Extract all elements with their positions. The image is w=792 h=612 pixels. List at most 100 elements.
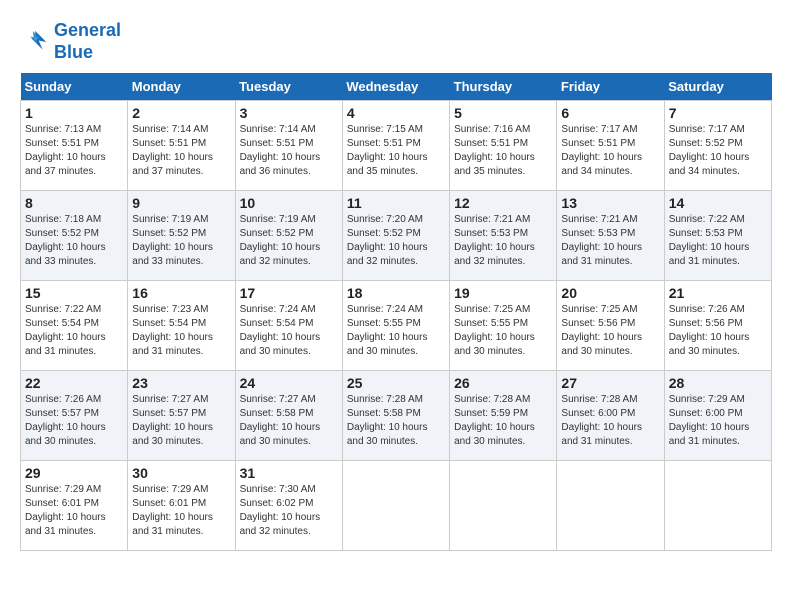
empty-cell-4-3 (342, 461, 449, 551)
day-cell-13: 13Sunrise: 7:21 AMSunset: 5:53 PMDayligh… (557, 191, 664, 281)
day-number-22: 22 (25, 375, 123, 391)
day-cell-5: 5 Sunrise: 7:16 AMSunset: 5:51 PMDaylight… (450, 101, 557, 191)
day-number-13: 13 (561, 195, 659, 211)
day-cell-8: 8 Sunrise: 7:18 AMSunset: 5:52 PMDaylight… (21, 191, 128, 281)
day-info-5: Sunrise: 7:16 AMSunset: 5:51 PMDaylight:… (454, 123, 552, 179)
week-row-5: 29Sunrise: 7:29 AMSunset: 6:01 PMDayligh… (21, 461, 772, 551)
day-number-10: 10 (240, 195, 338, 211)
day-cell-31: 31 Sunrise: 7:30 AMSunset: 6:02 PMDayligh… (235, 461, 342, 551)
empty-cell-4-5 (557, 461, 664, 551)
day-cell-29: 29Sunrise: 7:29 AMSunset: 6:01 PMDayligh… (21, 461, 128, 551)
day-number-11: 11 (347, 195, 445, 211)
day-cell-21: 21 Sunrise: 7:26 AMSunset: 5:56 PMDayligh… (664, 281, 771, 371)
day-info-2: Sunrise: 7:14 AMSunset: 5:51 PMDaylight:… (132, 123, 230, 179)
day-info-18: Sunrise: 7:24 AMSunset: 5:55 PMDaylight:… (347, 303, 445, 359)
day-number-12: 12 (454, 195, 552, 211)
day-number-8: 8 (25, 195, 123, 211)
header-monday: Monday (128, 73, 235, 101)
day-cell-19: 19 Sunrise: 7:25 AMSunset: 5:55 PMDayligh… (450, 281, 557, 371)
day-number-7: 7 (669, 105, 767, 121)
day-number-18: 18 (347, 285, 445, 301)
day-cell-17: 17 Sunrise: 7:24 AMSunset: 5:54 PMDayligh… (235, 281, 342, 371)
day-number-1: 1 (25, 105, 123, 121)
day-cell-14: 14Sunrise: 7:22 AMSunset: 5:53 PMDayligh… (664, 191, 771, 281)
day-number-16: 16 (132, 285, 230, 301)
day-number-6: 6 (561, 105, 659, 121)
day-info-16: Sunrise: 7:23 AMSunset: 5:54 PMDaylight:… (132, 303, 230, 359)
day-number-14: 14 (669, 195, 767, 211)
logo-text: General Blue (54, 20, 121, 63)
week-row-1: 1 Sunrise: 7:13 AMSunset: 5:51 PMDaylight… (21, 101, 772, 191)
day-info-8: Sunrise: 7:18 AMSunset: 5:52 PMDaylight:… (25, 213, 123, 269)
week-row-3: 15 Sunrise: 7:22 AMSunset: 5:54 PMDayligh… (21, 281, 772, 371)
day-cell-30: 30Sunrise: 7:29 AMSunset: 6:01 PMDayligh… (128, 461, 235, 551)
day-info-9: Sunrise: 7:19 AMSunset: 5:52 PMDaylight:… (132, 213, 230, 269)
day-number-19: 19 (454, 285, 552, 301)
header-friday: Friday (557, 73, 664, 101)
day-cell-10: 10Sunrise: 7:19 AMSunset: 5:52 PMDayligh… (235, 191, 342, 281)
day-number-5: 5 (454, 105, 552, 121)
day-cell-11: 11 Sunrise: 7:20 AMSunset: 5:52 PMDayligh… (342, 191, 449, 281)
day-cell-9: 9 Sunrise: 7:19 AMSunset: 5:52 PMDaylight… (128, 191, 235, 281)
day-cell-12: 12 Sunrise: 7:21 AMSunset: 5:53 PMDayligh… (450, 191, 557, 281)
day-number-24: 24 (240, 375, 338, 391)
day-number-3: 3 (240, 105, 338, 121)
day-cell-2: 2 Sunrise: 7:14 AMSunset: 5:51 PMDaylight… (128, 101, 235, 191)
day-info-7: Sunrise: 7:17 AMSunset: 5:52 PMDaylight:… (669, 123, 767, 179)
day-cell-3: 3 Sunrise: 7:14 AMSunset: 5:51 PMDaylight… (235, 101, 342, 191)
day-number-17: 17 (240, 285, 338, 301)
header-sunday: Sunday (21, 73, 128, 101)
day-info-1: Sunrise: 7:13 AMSunset: 5:51 PMDaylight:… (25, 123, 123, 179)
day-info-29: Sunrise: 7:29 AMSunset: 6:01 PMDaylight:… (25, 483, 123, 539)
day-cell-18: 18 Sunrise: 7:24 AMSunset: 5:55 PMDayligh… (342, 281, 449, 371)
header-wednesday: Wednesday (342, 73, 449, 101)
day-info-4: Sunrise: 7:15 AMSunset: 5:51 PMDaylight:… (347, 123, 445, 179)
header-thursday: Thursday (450, 73, 557, 101)
day-number-9: 9 (132, 195, 230, 211)
day-info-20: Sunrise: 7:25 AMSunset: 5:56 PMDaylight:… (561, 303, 659, 359)
day-number-27: 27 (561, 375, 659, 391)
header: General Blue (20, 20, 772, 63)
day-info-15: Sunrise: 7:22 AMSunset: 5:54 PMDaylight:… (25, 303, 123, 359)
day-number-2: 2 (132, 105, 230, 121)
day-cell-15: 15 Sunrise: 7:22 AMSunset: 5:54 PMDayligh… (21, 281, 128, 371)
day-number-4: 4 (347, 105, 445, 121)
day-info-3: Sunrise: 7:14 AMSunset: 5:51 PMDaylight:… (240, 123, 338, 179)
day-cell-22: 22 Sunrise: 7:26 AMSunset: 5:57 PMDayligh… (21, 371, 128, 461)
day-info-31: Sunrise: 7:30 AMSunset: 6:02 PMDaylight:… (240, 483, 338, 539)
day-info-12: Sunrise: 7:21 AMSunset: 5:53 PMDaylight:… (454, 213, 552, 269)
day-info-21: Sunrise: 7:26 AMSunset: 5:56 PMDaylight:… (669, 303, 767, 359)
day-info-17: Sunrise: 7:24 AMSunset: 5:54 PMDaylight:… (240, 303, 338, 359)
day-number-20: 20 (561, 285, 659, 301)
day-number-31: 31 (240, 465, 338, 481)
day-info-26: Sunrise: 7:28 AMSunset: 5:59 PMDaylight:… (454, 393, 552, 449)
day-cell-23: 23 Sunrise: 7:27 AMSunset: 5:57 PMDayligh… (128, 371, 235, 461)
day-cell-28: 28Sunrise: 7:29 AMSunset: 6:00 PMDayligh… (664, 371, 771, 461)
logo-icon (20, 27, 50, 57)
day-info-11: Sunrise: 7:20 AMSunset: 5:52 PMDaylight:… (347, 213, 445, 269)
week-row-4: 22 Sunrise: 7:26 AMSunset: 5:57 PMDayligh… (21, 371, 772, 461)
day-number-23: 23 (132, 375, 230, 391)
day-info-6: Sunrise: 7:17 AMSunset: 5:51 PMDaylight:… (561, 123, 659, 179)
day-info-25: Sunrise: 7:28 AMSunset: 5:58 PMDaylight:… (347, 393, 445, 449)
header-tuesday: Tuesday (235, 73, 342, 101)
day-info-30: Sunrise: 7:29 AMSunset: 6:01 PMDaylight:… (132, 483, 230, 539)
day-cell-7: 7 Sunrise: 7:17 AMSunset: 5:52 PMDaylight… (664, 101, 771, 191)
logo: General Blue (20, 20, 121, 63)
day-info-24: Sunrise: 7:27 AMSunset: 5:58 PMDaylight:… (240, 393, 338, 449)
day-number-26: 26 (454, 375, 552, 391)
day-number-25: 25 (347, 375, 445, 391)
day-number-28: 28 (669, 375, 767, 391)
empty-cell-4-4 (450, 461, 557, 551)
day-cell-4: 4 Sunrise: 7:15 AMSunset: 5:51 PMDaylight… (342, 101, 449, 191)
day-cell-16: 16 Sunrise: 7:23 AMSunset: 5:54 PMDayligh… (128, 281, 235, 371)
day-cell-20: 20 Sunrise: 7:25 AMSunset: 5:56 PMDayligh… (557, 281, 664, 371)
day-cell-6: 6 Sunrise: 7:17 AMSunset: 5:51 PMDaylight… (557, 101, 664, 191)
calendar: SundayMondayTuesdayWednesdayThursdayFrid… (20, 73, 772, 551)
day-number-21: 21 (669, 285, 767, 301)
day-info-19: Sunrise: 7:25 AMSunset: 5:55 PMDaylight:… (454, 303, 552, 359)
weekday-header-row: SundayMondayTuesdayWednesdayThursdayFrid… (21, 73, 772, 101)
day-info-22: Sunrise: 7:26 AMSunset: 5:57 PMDaylight:… (25, 393, 123, 449)
day-number-15: 15 (25, 285, 123, 301)
day-info-23: Sunrise: 7:27 AMSunset: 5:57 PMDaylight:… (132, 393, 230, 449)
